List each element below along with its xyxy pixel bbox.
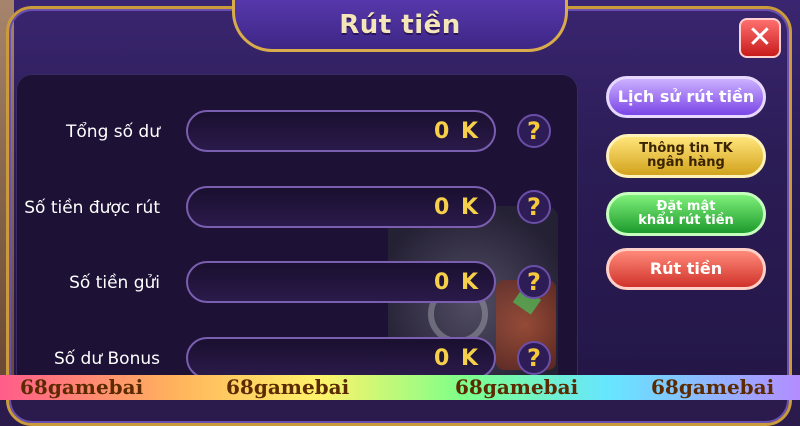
withdraw-history-button[interactable]: Lịch sử rút tiền bbox=[606, 76, 766, 118]
withdrawable-amount-value: 0 K bbox=[433, 195, 480, 220]
deposit-amount-field: 0 K bbox=[186, 261, 496, 303]
set-withdraw-password-label: Đặt mật khẩu rút tiền bbox=[638, 199, 734, 228]
title-tab: Rút tiền bbox=[232, 0, 568, 52]
withdraw-label: Rút tiền bbox=[649, 258, 723, 278]
watermark-text: 68gamebai bbox=[226, 375, 350, 399]
deposit-amount-value: 0 K bbox=[433, 270, 480, 295]
total-balance-field: 0 K bbox=[186, 110, 496, 152]
bonus-balance-value: 0 K bbox=[433, 346, 480, 371]
watermark-text: 68gamebai bbox=[455, 375, 579, 399]
total-balance-value: 0 K bbox=[433, 119, 480, 144]
bank-account-info-button[interactable]: Thông tin TK ngân hàng bbox=[606, 134, 766, 178]
bonus-balance-label: Số dư Bonus bbox=[53, 349, 160, 369]
question-icon: ? bbox=[527, 117, 541, 145]
deposit-amount-help-button[interactable]: ? bbox=[517, 265, 551, 299]
dialog-title: Rút tiền bbox=[339, 9, 461, 40]
watermark-text: 68gamebai bbox=[651, 375, 775, 399]
withdrawable-amount-field: 0 K bbox=[186, 186, 496, 228]
bonus-balance-help-button[interactable]: ? bbox=[517, 341, 551, 375]
close-button[interactable]: ✕ bbox=[739, 18, 781, 58]
bonus-balance-field: 0 K bbox=[186, 337, 496, 379]
question-icon: ? bbox=[527, 193, 541, 221]
question-icon: ? bbox=[527, 268, 541, 296]
total-balance-label: Tổng số dư bbox=[66, 122, 160, 142]
watermark-text: 68gamebai bbox=[20, 375, 144, 399]
set-withdraw-password-button[interactable]: Đặt mật khẩu rút tiền bbox=[606, 192, 766, 236]
withdraw-button[interactable]: Rút tiền bbox=[606, 248, 766, 290]
close-x-icon: ✕ bbox=[747, 20, 773, 55]
deposit-amount-label: Số tiền gửi bbox=[69, 273, 160, 293]
withdrawable-amount-help-button[interactable]: ? bbox=[517, 190, 551, 224]
withdrawable-amount-label: Số tiền được rút bbox=[24, 198, 160, 218]
bank-account-info-label: Thông tin TK ngân hàng bbox=[639, 141, 733, 170]
withdraw-history-label: Lịch sử rút tiền bbox=[617, 86, 755, 106]
total-balance-help-button[interactable]: ? bbox=[517, 114, 551, 148]
question-icon: ? bbox=[527, 344, 541, 372]
